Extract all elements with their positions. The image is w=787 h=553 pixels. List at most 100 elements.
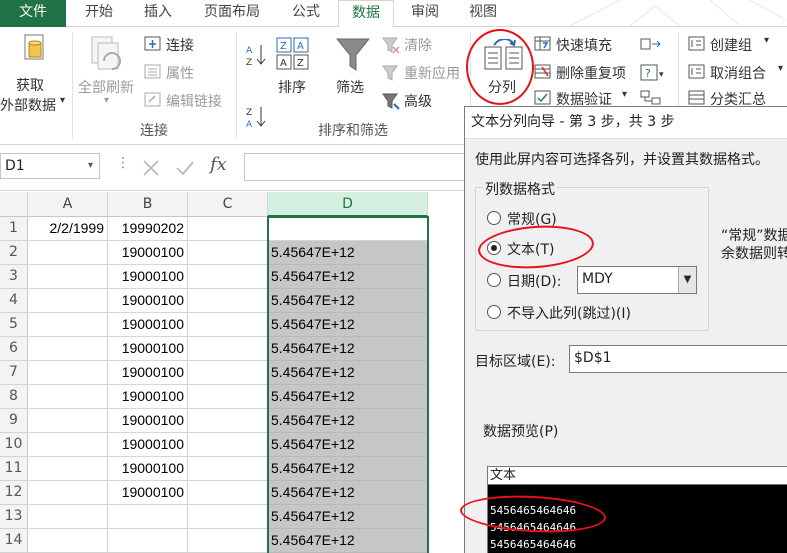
cell-c11[interactable] — [188, 457, 268, 481]
row-header[interactable]: 8 — [0, 385, 28, 409]
cell-a1[interactable]: 2/2/1999 — [28, 217, 108, 241]
cell-a5[interactable] — [28, 313, 108, 337]
tab-review[interactable]: 审阅 — [398, 0, 452, 27]
date-format-select[interactable]: MDY ▼ — [577, 266, 697, 294]
destination-input[interactable]: $D$1 — [569, 345, 787, 373]
preview-column-header[interactable]: 文本 — [488, 467, 787, 485]
tab-formulas[interactable]: 公式 — [280, 0, 332, 27]
cell-c13[interactable] — [188, 505, 268, 529]
cell-b6[interactable]: 19000100 — [108, 337, 188, 361]
cell-a6[interactable] — [28, 337, 108, 361]
cell-d12[interactable]: 5.45647E+12 — [268, 481, 428, 505]
cell-d10[interactable]: 5.45647E+12 — [268, 433, 428, 457]
cell-b10[interactable]: 19000100 — [108, 433, 188, 457]
row-header[interactable]: 6 — [0, 337, 28, 361]
tab-data[interactable]: 数据 — [338, 0, 394, 28]
cell-c6[interactable] — [188, 337, 268, 361]
relationships-icon[interactable] — [640, 90, 662, 106]
cell-d2[interactable]: 5.45647E+12 — [268, 241, 428, 265]
cell-b14[interactable] — [108, 529, 188, 553]
cell-b1[interactable]: 19990202 — [108, 217, 188, 241]
cell-b7[interactable]: 19000100 — [108, 361, 188, 385]
cell-d14[interactable]: 5.45647E+12 — [268, 529, 428, 553]
cell-c9[interactable] — [188, 409, 268, 433]
row-header[interactable]: 3 — [0, 265, 28, 289]
cell-b8[interactable]: 19000100 — [108, 385, 188, 409]
cell-a11[interactable] — [28, 457, 108, 481]
column-header-b[interactable]: B — [108, 192, 188, 217]
radio-date-circle[interactable] — [487, 273, 501, 287]
cell-c5[interactable] — [188, 313, 268, 337]
cell-a12[interactable] — [28, 481, 108, 505]
active-cell-d1[interactable] — [269, 218, 427, 240]
cell-b3[interactable]: 19000100 — [108, 265, 188, 289]
cell-a14[interactable] — [28, 529, 108, 553]
consolidate-icon[interactable] — [640, 36, 662, 52]
cancel-icon[interactable] — [140, 157, 162, 179]
tab-insert[interactable]: 插入 — [130, 0, 186, 27]
cell-d5[interactable]: 5.45647E+12 — [268, 313, 428, 337]
cell-c7[interactable] — [188, 361, 268, 385]
cell-d6[interactable]: 5.45647E+12 — [268, 337, 428, 361]
cell-a9[interactable] — [28, 409, 108, 433]
cell-c2[interactable] — [188, 241, 268, 265]
cell-d13[interactable]: 5.45647E+12 — [268, 505, 428, 529]
cell-a3[interactable] — [28, 265, 108, 289]
cell-c12[interactable] — [188, 481, 268, 505]
row-header[interactable]: 11 — [0, 457, 28, 481]
select-all-corner[interactable] — [0, 192, 28, 217]
cell-a13[interactable] — [28, 505, 108, 529]
tab-page-layout[interactable]: 页面布局 — [192, 0, 272, 27]
cell-c8[interactable] — [188, 385, 268, 409]
row-header[interactable]: 12 — [0, 481, 28, 505]
row-header[interactable]: 7 — [0, 361, 28, 385]
cell-a7[interactable] — [28, 361, 108, 385]
chevron-down-icon[interactable]: ▼ — [678, 267, 696, 293]
row-header[interactable]: 13 — [0, 505, 28, 529]
row-header[interactable]: 2 — [0, 241, 28, 265]
column-header-d[interactable]: D — [268, 192, 428, 217]
tab-view[interactable]: 视图 — [456, 0, 510, 27]
cell-c3[interactable] — [188, 265, 268, 289]
cell-b12[interactable]: 19000100 — [108, 481, 188, 505]
cell-c1[interactable] — [188, 217, 268, 241]
cell-a2[interactable] — [28, 241, 108, 265]
insert-function-icon[interactable]: fx — [210, 154, 227, 175]
side-note-line-2: 余数据则转 — [721, 246, 787, 262]
cell-c14[interactable] — [188, 529, 268, 553]
row-header[interactable]: 9 — [0, 409, 28, 433]
row-header[interactable]: 4 — [0, 289, 28, 313]
row-header[interactable]: 14 — [0, 529, 28, 553]
cell-b11[interactable]: 19000100 — [108, 457, 188, 481]
cell-a8[interactable] — [28, 385, 108, 409]
row-header[interactable]: 5 — [0, 313, 28, 337]
cell-b5[interactable]: 19000100 — [108, 313, 188, 337]
radio-general-circle[interactable] — [487, 211, 501, 225]
row-header[interactable]: 1 — [0, 217, 28, 241]
cell-d9[interactable]: 5.45647E+12 — [268, 409, 428, 433]
cell-b13[interactable] — [108, 505, 188, 529]
cell-b9[interactable]: 19000100 — [108, 409, 188, 433]
column-header-c[interactable]: C — [188, 192, 268, 217]
cell-d11[interactable]: 5.45647E+12 — [268, 457, 428, 481]
cell-d7[interactable]: 5.45647E+12 — [268, 361, 428, 385]
tab-home[interactable]: 开始 — [72, 0, 126, 27]
radio-text-circle[interactable] — [487, 241, 501, 255]
tab-file[interactable]: 文件 — [0, 0, 66, 27]
row-header[interactable]: 10 — [0, 433, 28, 457]
radio-skip-circle[interactable] — [487, 305, 501, 319]
cell-b2[interactable]: 19000100 — [108, 241, 188, 265]
cell-c10[interactable] — [188, 433, 268, 457]
group-icon — [688, 36, 705, 51]
cell-d8[interactable]: 5.45647E+12 — [268, 385, 428, 409]
what-if-analysis-icon[interactable]: ? ▾ — [640, 64, 668, 82]
cell-c4[interactable] — [188, 289, 268, 313]
cell-b4[interactable]: 19000100 — [108, 289, 188, 313]
column-header-a[interactable]: A — [28, 192, 108, 217]
confirm-icon[interactable] — [174, 157, 196, 179]
name-box[interactable]: D1 ▾ — [0, 153, 100, 179]
cell-a10[interactable] — [28, 433, 108, 457]
cell-a4[interactable] — [28, 289, 108, 313]
cell-d3[interactable]: 5.45647E+12 — [268, 265, 428, 289]
cell-d4[interactable]: 5.45647E+12 — [268, 289, 428, 313]
